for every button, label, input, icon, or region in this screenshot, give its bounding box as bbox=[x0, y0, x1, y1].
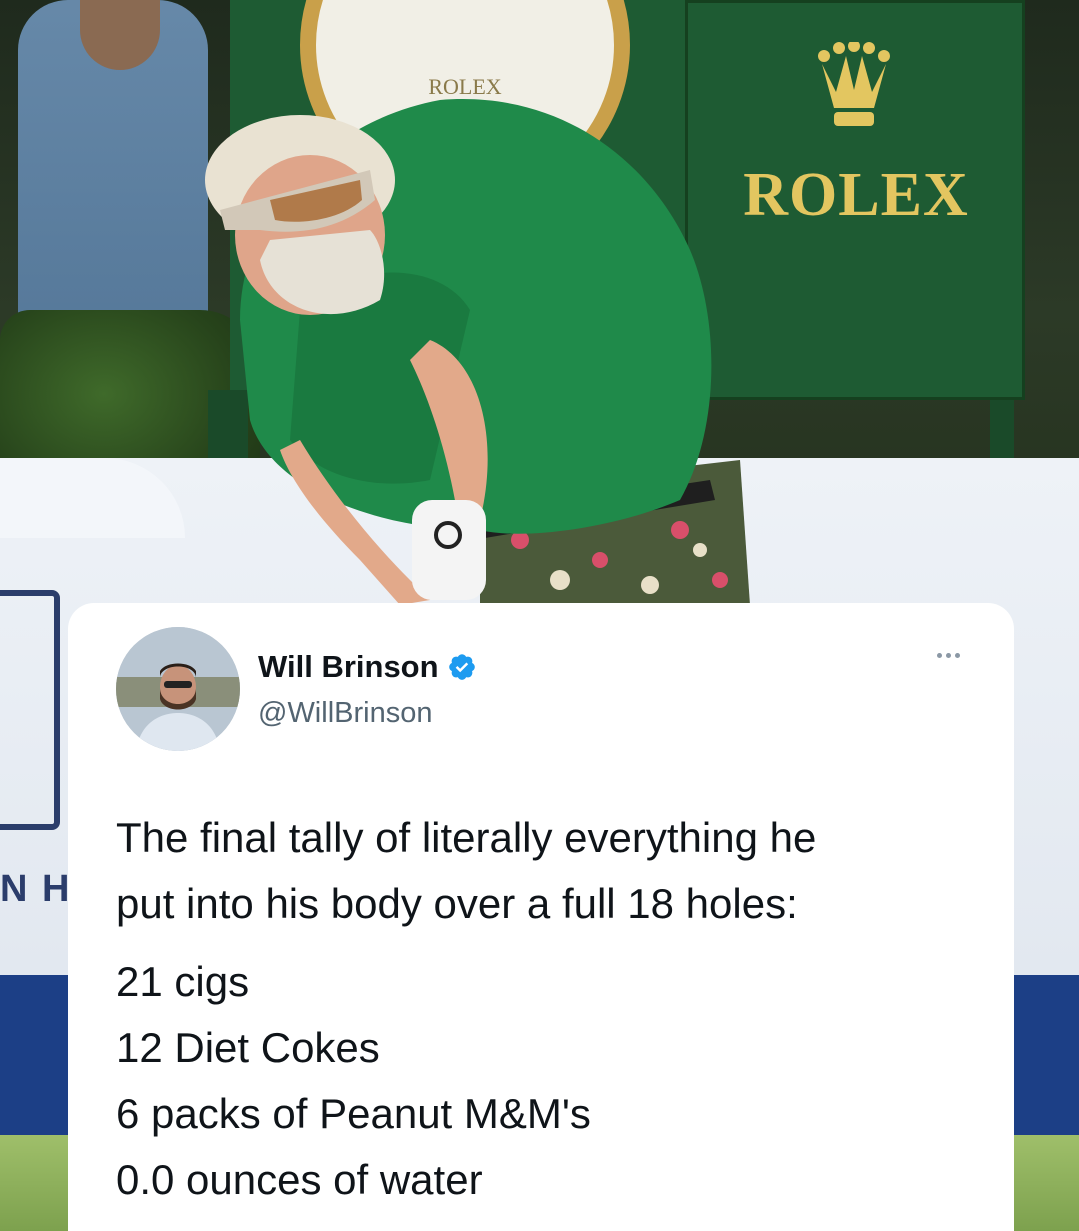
tweet-line: put into his body over a full 18 holes: bbox=[116, 880, 798, 927]
wall-logo bbox=[0, 590, 60, 830]
tally-item: 12 Diet Cokes bbox=[116, 1024, 380, 1071]
tweet-card: Will Brinson @WillBrinson The final tall… bbox=[68, 603, 1014, 1231]
display-name[interactable]: Will Brinson bbox=[258, 649, 439, 685]
author-name-row[interactable]: Will Brinson bbox=[258, 649, 477, 685]
tally-item: 21 cigs bbox=[116, 958, 250, 1005]
crown-icon bbox=[818, 42, 890, 126]
tally-item: 6 packs of Peanut M&M's bbox=[116, 1090, 591, 1137]
tweet-line: The final tally of literally everything … bbox=[116, 814, 817, 861]
verified-badge-icon bbox=[448, 654, 475, 680]
avatar-image bbox=[116, 627, 240, 751]
tweet-text: The final tally of literally everything … bbox=[116, 805, 986, 1213]
more-horizontal-icon[interactable] bbox=[937, 653, 960, 658]
golfer bbox=[205, 99, 750, 605]
tally-item: 0.0 ounces of water bbox=[116, 1156, 483, 1203]
avatar[interactable] bbox=[116, 627, 240, 751]
handle[interactable]: @WillBrinson bbox=[258, 697, 432, 730]
